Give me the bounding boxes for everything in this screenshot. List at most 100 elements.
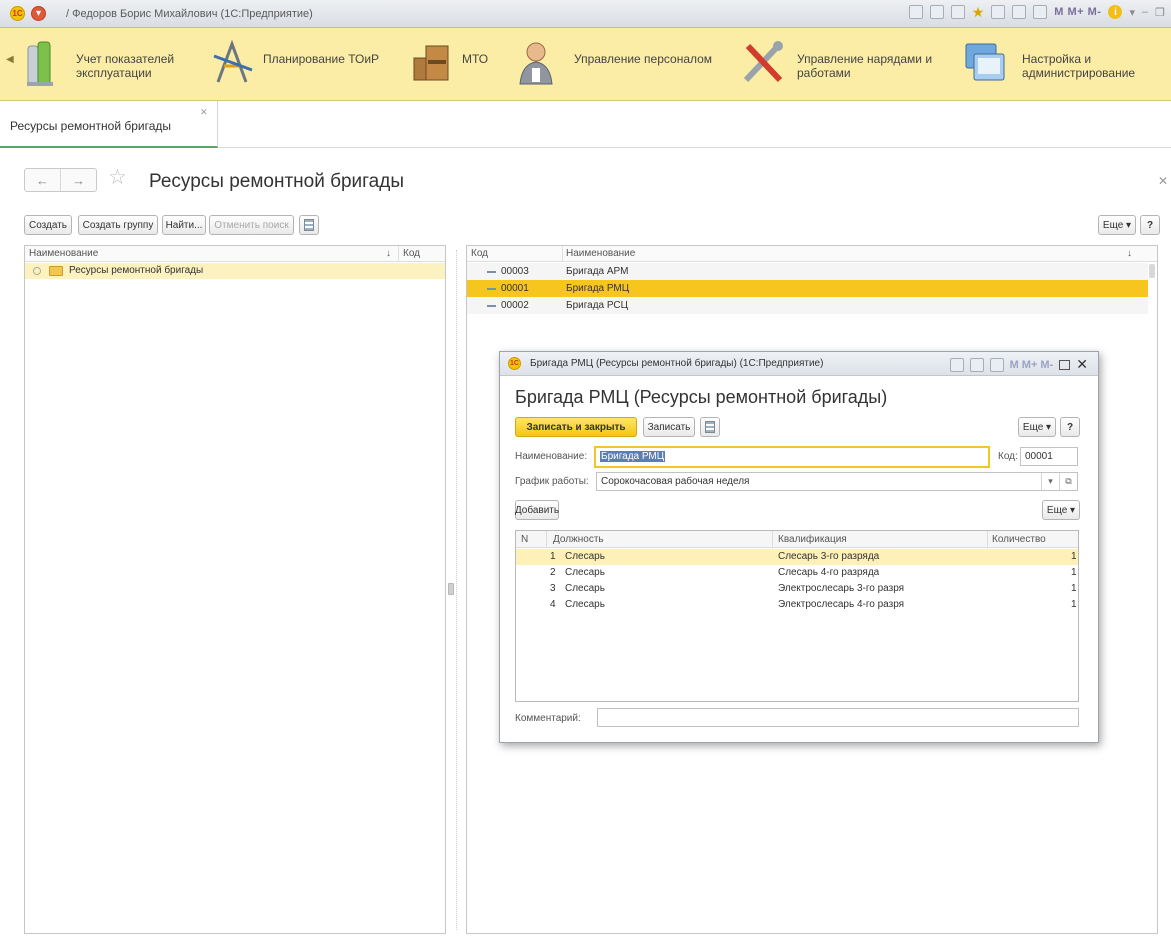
dialog-more-button[interactable]: Еще ▾ (1018, 417, 1056, 437)
column-header-quantity[interactable]: Количество (992, 531, 1046, 548)
brigade-edit-dialog: 1С Бригада РМЦ (Ресурсы ремонтной бригад… (499, 351, 1099, 743)
table-row[interactable]: 2 Слесарь Слесарь 4-го разряда 1 (516, 565, 1078, 581)
code-field[interactable]: 00001 (1020, 447, 1078, 466)
info-icon[interactable]: i (1108, 5, 1123, 19)
column-header-position[interactable]: Должность (553, 531, 604, 548)
section-label: Учет показателей эксплуатации (76, 52, 175, 80)
link-icon[interactable] (949, 357, 964, 372)
maximize-icon[interactable] (1059, 359, 1071, 370)
groups-tree[interactable]: Наименование ↓ Код Ресурсы ремонтной бри… (24, 245, 446, 934)
tree-header: Наименование ↓ Код (25, 246, 445, 262)
main-menu-icon[interactable]: ▾ (31, 6, 46, 21)
tab-brigade-resources[interactable]: Ресурсы ремонтной бригады ✕ (0, 101, 218, 148)
cancel-search-button[interactable]: Отменить поиск (209, 215, 294, 235)
row-name: Бригада РМЦ (566, 283, 630, 294)
tab-label: Ресурсы ремонтной бригады (10, 119, 172, 133)
dialog-window-title: Бригада РМЦ (Ресурсы ремонтной бригады) … (530, 358, 824, 369)
cell-position: Слесарь (565, 551, 605, 562)
schedule-field[interactable]: Сорокочасовая рабочая неделя ▾ ⧉ (596, 472, 1078, 491)
table-more-button[interactable]: Еще ▾ (1042, 500, 1080, 520)
dialog-title-bar[interactable]: 1С Бригада РМЦ (Ресурсы ремонтной бригад… (500, 352, 1098, 376)
person-icon (519, 42, 553, 85)
more-label: Еще (1102, 219, 1124, 231)
create-button[interactable]: Создать (24, 215, 72, 235)
expand-circle-icon[interactable] (33, 267, 41, 275)
list-row[interactable]: 00002 Бригада РСЦ (467, 297, 1148, 314)
app-logo-icon[interactable]: 1С (10, 6, 25, 21)
sort-arrow-icon: ↓ (1127, 248, 1132, 259)
list-row[interactable]: 00003 Бригада АРМ (467, 263, 1148, 280)
column-header-n[interactable]: N (521, 531, 528, 548)
print-icon[interactable] (929, 5, 944, 19)
scrollbar-thumb[interactable] (1149, 264, 1155, 278)
column-header-name[interactable]: Наименование (29, 248, 98, 259)
restore-icon[interactable]: ❐ (1155, 6, 1165, 19)
dropdown-icon[interactable]: ▾ (1129, 6, 1135, 19)
save-and-close-button[interactable]: Записать и закрыть (515, 417, 637, 437)
scroll-left-arrow-icon[interactable]: ◀ (6, 54, 14, 65)
compare-icon[interactable] (989, 357, 1004, 372)
app-logo-icon[interactable]: 1С (508, 357, 521, 370)
comment-field[interactable] (597, 708, 1079, 727)
tree-row[interactable]: Ресурсы ремонтной бригады (25, 263, 445, 279)
folder-icon (49, 266, 63, 276)
more-button[interactable]: Еще ▾ (1098, 215, 1136, 235)
title-toolbar: ★ M M+ M- i ▾ – ❐ (908, 5, 1165, 19)
computer-icon (965, 43, 1005, 81)
cell-n: 3 (550, 583, 556, 594)
cell-qualification: Электрослесарь 4-го разря (778, 599, 905, 610)
list-row-selected[interactable]: 00001 Бригада РМЦ (467, 280, 1148, 297)
column-header-code[interactable]: Код (471, 248, 488, 259)
list-icon (304, 219, 314, 231)
section-label: Управление нарядами и работами (797, 52, 933, 80)
add-row-button[interactable]: Добавить (515, 500, 559, 520)
sort-arrow-icon: ↓ (386, 248, 391, 259)
compare-icon[interactable] (1033, 5, 1048, 19)
calendar-icon[interactable] (991, 5, 1006, 19)
tab-close-icon[interactable]: ✕ (200, 107, 208, 118)
minimize-icon[interactable]: – (1142, 6, 1148, 18)
wrench-screwdriver-icon (743, 41, 783, 83)
table-row[interactable]: 4 Слесарь Электрослесарь 4-го разря 1 (516, 597, 1078, 613)
calculator-icon[interactable] (1012, 5, 1027, 19)
favorite-star-icon[interactable]: ☆ (108, 166, 127, 190)
dialog-help-button[interactable]: ? (1060, 417, 1080, 437)
table-row[interactable]: 1 Слесарь Слесарь 3-го разряда 1 (516, 549, 1078, 565)
list-settings-button[interactable] (299, 215, 319, 235)
find-button[interactable]: Найти... (162, 215, 206, 235)
memory-buttons[interactable]: M M+ M- (1054, 6, 1101, 18)
row-code: 00002 (501, 300, 529, 311)
list-icon (705, 421, 715, 433)
panel-splitter[interactable] (456, 250, 457, 930)
open-icon[interactable]: ⧉ (1059, 473, 1077, 490)
calculator-icon[interactable] (969, 357, 984, 372)
help-button[interactable]: ? (1140, 215, 1160, 235)
staff-table[interactable]: N Должность Квалификация Количество 1 Сл… (515, 530, 1079, 702)
column-header-qualification[interactable]: Квалификация (778, 531, 847, 548)
dropdown-icon[interactable]: ▾ (1041, 473, 1059, 490)
cell-qualification: Слесарь 3-го разряда (778, 551, 880, 562)
save-button[interactable]: Записать (643, 417, 695, 437)
cell-qualification: Электрослесарь 3-го разря (778, 583, 905, 594)
name-field[interactable]: Бригада РМЦ (594, 446, 990, 468)
form-close-icon[interactable]: ✕ (1158, 174, 1168, 188)
dialog-close-icon[interactable]: ✕ (1076, 356, 1088, 373)
item-marker-icon (487, 305, 496, 307)
cell-quantity: 1 (1071, 567, 1077, 578)
section-label: Планирование ТОиР (263, 52, 380, 66)
link-icon[interactable] (908, 5, 923, 19)
memory-buttons[interactable]: M M+ M- (1010, 359, 1054, 371)
list-settings-button[interactable] (700, 417, 720, 437)
column-header-name[interactable]: Наименование (566, 248, 635, 259)
table-row[interactable]: 3 Слесарь Электрослесарь 3-го разря 1 (516, 581, 1078, 597)
row-code: 00001 (501, 283, 529, 294)
column-header-code[interactable]: Код (403, 248, 420, 259)
back-arrow-icon[interactable]: ← (25, 169, 60, 191)
splitter-handle[interactable] (448, 583, 454, 595)
create-group-button[interactable]: Создать группу (78, 215, 158, 235)
forward-arrow-icon[interactable]: → (60, 169, 96, 191)
cell-position: Слесарь (565, 599, 605, 610)
tree-row-label: Ресурсы ремонтной бригады (69, 265, 204, 276)
favorites-star-icon[interactable]: ★ (972, 5, 985, 19)
history-icon[interactable] (950, 5, 965, 19)
